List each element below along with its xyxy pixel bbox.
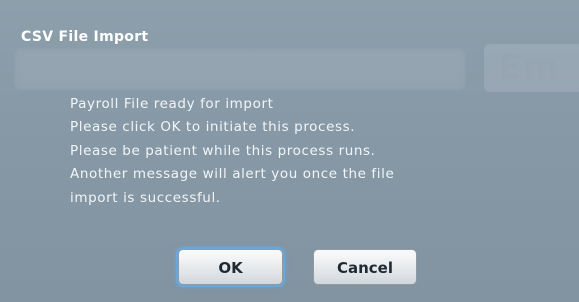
background-field	[14, 48, 466, 90]
background-tab: Em	[484, 44, 579, 92]
cancel-button[interactable]: Cancel	[313, 249, 417, 285]
background-tab-text: Em	[498, 48, 561, 88]
message-line: import is successful.	[70, 189, 221, 206]
message-line: Please click OK to initiate this process…	[70, 119, 356, 136]
dialog-message: Payroll File ready for import Please cli…	[70, 93, 560, 210]
dialog-title: CSV File Import	[21, 29, 149, 45]
ok-button[interactable]: OK	[178, 249, 283, 285]
message-line: Another message will alert you once the …	[70, 166, 395, 183]
dialog-title-bar[interactable]: CSV File Import	[0, 0, 579, 45]
message-line: Please be patient while this process run…	[70, 142, 376, 159]
csv-import-dialog: Em CSV File Import Payroll File ready fo…	[0, 0, 579, 302]
message-line: Payroll File ready for import	[70, 96, 274, 112]
